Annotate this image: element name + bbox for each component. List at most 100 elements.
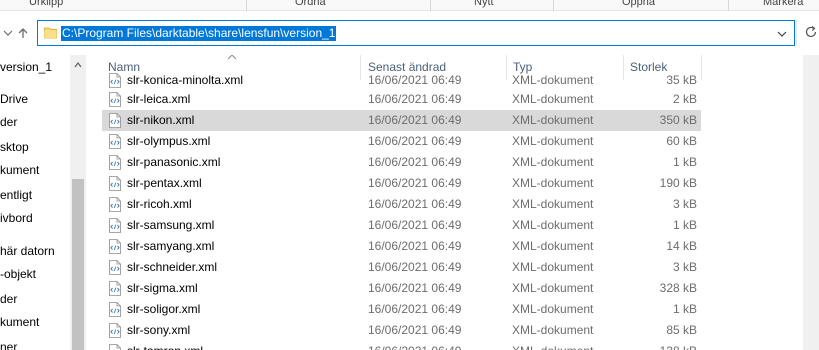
ribbon-separator [553, 0, 554, 11]
xml-file-icon [109, 176, 121, 191]
file-row[interactable]: slr-sony.xml 16/06/2021 06:49 XML-dokument… [102, 320, 701, 341]
nav-item-downloads[interactable]: ner [0, 337, 17, 350]
file-type: XML-dokument [512, 218, 594, 232]
address-dropdown-icon[interactable] [775, 27, 789, 41]
file-size: 85 kB [666, 323, 697, 337]
recent-locations-chevron-icon[interactable] [0, 25, 16, 41]
nav-item-current-folder[interactable]: version_1 [0, 57, 52, 77]
xml-file-icon [109, 323, 121, 338]
xml-file-icon [109, 155, 121, 170]
ribbon-group-new: Nytt [474, 0, 494, 8]
file-row[interactable]: slr-leica.xml 16/06/2021 06:49 XML-dokumen… [102, 89, 701, 110]
xml-file-icon [109, 260, 121, 275]
file-row[interactable]: slr-ricoh.xml 16/06/2021 06:49 XML-dokumen… [102, 194, 701, 215]
file-row[interactable]: slr-nikon.xml 16/06/2021 06:49 XML-dokumen… [102, 110, 701, 131]
xml-file-icon [109, 281, 121, 296]
file-row[interactable]: slr-konica-minolta.xml 16/06/2021 06:49 XM… [102, 70, 701, 91]
file-row[interactable]: slr-sigma.xml 16/06/2021 06:49 XML-dokumen… [102, 278, 701, 299]
file-type: XML-dokument [512, 197, 594, 211]
file-type: XML-dokument [512, 155, 594, 169]
nav-item-folder-2[interactable]: der [0, 289, 17, 309]
file-type: XML-dokument [512, 92, 594, 106]
file-list: Namn Senast ändrad Typ Storlek slr-konic… [86, 55, 819, 350]
file-modified-date: 16/06/2021 06:49 [368, 113, 462, 127]
file-name: slr-schneider.xml [127, 260, 218, 274]
file-size: 1 kB [672, 218, 697, 232]
xml-file-icon [109, 218, 121, 233]
file-size: 1 kB [672, 155, 697, 169]
nav-item-folder[interactable]: der [0, 112, 17, 132]
file-name: slr-soligor.xml [127, 302, 201, 316]
nav-item-this-pc[interactable]: här datorn [0, 241, 55, 261]
ribbon-group-clipboard: Urklipp [29, 0, 64, 8]
file-list-scrollbar[interactable] [803, 55, 819, 350]
xml-file-icon [109, 302, 121, 317]
file-name: slr-olympus.xml [127, 134, 211, 148]
column-separator [701, 55, 702, 80]
file-type: XML-dokument [512, 239, 594, 253]
nav-item-3d-objects[interactable]: -objekt [0, 264, 36, 284]
file-row[interactable]: slr-olympus.xml 16/06/2021 06:49 XML-dokum… [102, 131, 701, 152]
navigation-scrollbar[interactable] [70, 55, 86, 350]
navigation-pane: version_1 Drive der sktop kument entligt… [0, 55, 70, 350]
address-row: C:\Program Files\darktable\share\lensfun… [0, 11, 819, 55]
file-row[interactable]: slr-soligor.xml 16/06/2021 06:49 XML-dokum… [102, 299, 701, 320]
file-modified-date: 16/06/2021 06:49 [368, 155, 462, 169]
file-size: 2 kB [672, 92, 697, 106]
file-modified-date: 16/06/2021 06:49 [368, 260, 462, 274]
file-type: XML-dokument [512, 134, 594, 148]
file-name: slr-samsung.xml [127, 218, 215, 232]
nav-item-documents[interactable]: kument [0, 160, 39, 180]
file-size: 3 kB [672, 197, 697, 211]
file-name: slr-pentax.xml [127, 176, 202, 190]
file-size: 60 kB [666, 134, 697, 148]
file-name: slr-nikon.xml [127, 113, 195, 127]
file-row[interactable]: slr-panasonic.xml 16/06/2021 06:49 XML-dok… [102, 152, 701, 173]
refresh-icon[interactable] [803, 24, 819, 40]
file-modified-date: 16/06/2021 06:49 [368, 73, 462, 87]
xml-file-icon [109, 113, 121, 128]
file-size: 3 kB [672, 260, 697, 274]
file-modified-date: 16/06/2021 06:49 [368, 239, 462, 253]
nav-item-drive[interactable]: Drive [0, 89, 28, 109]
file-size: 328 kB [659, 281, 697, 295]
ribbon-separator [430, 0, 431, 11]
file-type: XML-dokument [512, 260, 594, 274]
file-type: XML-dokument [512, 176, 594, 190]
nav-item-documents-2[interactable]: kument [0, 312, 39, 332]
file-modified-date: 16/06/2021 06:49 [368, 134, 462, 148]
xml-file-icon [109, 344, 121, 350]
file-row[interactable]: slr-schneider.xml 16/06/2021 06:49 XML-dok… [102, 257, 701, 278]
ribbon-group-labels: Urklipp Ordna Nytt Öppna Markera [0, 0, 819, 11]
file-modified-date: 16/06/2021 06:49 [368, 281, 462, 295]
nav-item-desktop-2[interactable]: ivbord [0, 208, 33, 228]
file-name: slr-leica.xml [127, 92, 191, 106]
ribbon-separator [246, 0, 247, 11]
ribbon-group-organize: Ordna [295, 0, 326, 8]
folder-icon [44, 27, 57, 39]
scroll-up-arrow-icon[interactable] [74, 61, 82, 69]
file-name: slr-sigma.xml [127, 281, 198, 295]
file-size: 35 kB [666, 73, 697, 87]
xml-file-icon [109, 239, 121, 254]
navigation-scrollbar-thumb[interactable] [72, 179, 84, 350]
file-name: slr-sony.xml [127, 323, 191, 337]
nav-item-public[interactable]: entligt [0, 185, 32, 205]
file-type: XML-dokument [512, 323, 594, 337]
file-modified-date: 16/06/2021 06:49 [368, 341, 461, 350]
file-row[interactable]: slr-samyang.xml 16/06/2021 06:49 XML-dokum… [102, 236, 701, 257]
arrow-up-icon[interactable] [15, 25, 31, 41]
file-row[interactable]: slr-samsung.xml 16/06/2021 06:49 XML-dokum… [102, 215, 701, 236]
file-row[interactable]: slr-tamron.xml 16/06/2021 06:49 XML-dokume… [102, 341, 701, 350]
file-row[interactable]: slr-pentax.xml 16/06/2021 06:49 XML-dokume… [102, 173, 701, 194]
xml-file-icon [109, 92, 121, 107]
file-modified-date: 16/06/2021 06:49 [368, 218, 462, 232]
file-size: 138 kB [660, 341, 697, 350]
file-size: 14 kB [666, 239, 697, 253]
nav-item-desktop[interactable]: sktop [0, 137, 29, 157]
address-bar[interactable]: C:\Program Files\darktable\share\lensfun… [37, 20, 795, 46]
ribbon-group-select: Markera [763, 0, 804, 8]
file-name: slr-tamron.xml [127, 341, 203, 350]
xml-file-icon [109, 134, 121, 149]
address-path[interactable]: C:\Program Files\darktable\share\lensfun… [61, 26, 337, 41]
